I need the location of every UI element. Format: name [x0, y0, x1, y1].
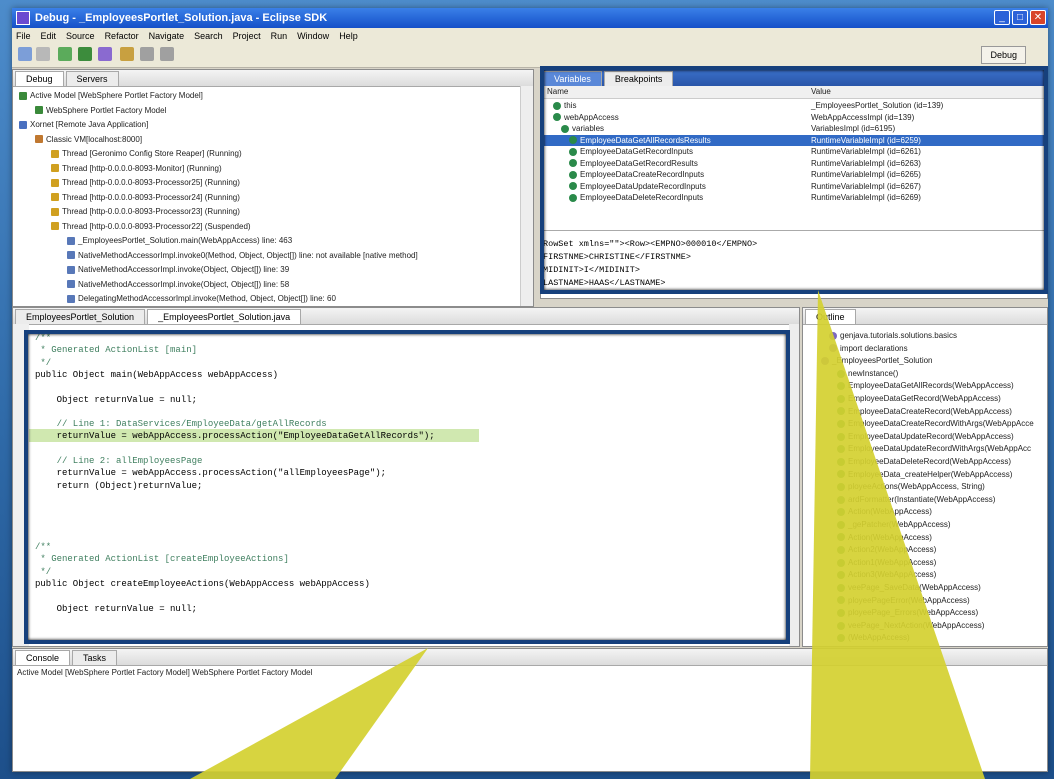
callout-arrows: [190, 290, 985, 779]
variables-pointer-arrow: [810, 290, 985, 779]
editor-pointer-arrow: [190, 648, 428, 779]
